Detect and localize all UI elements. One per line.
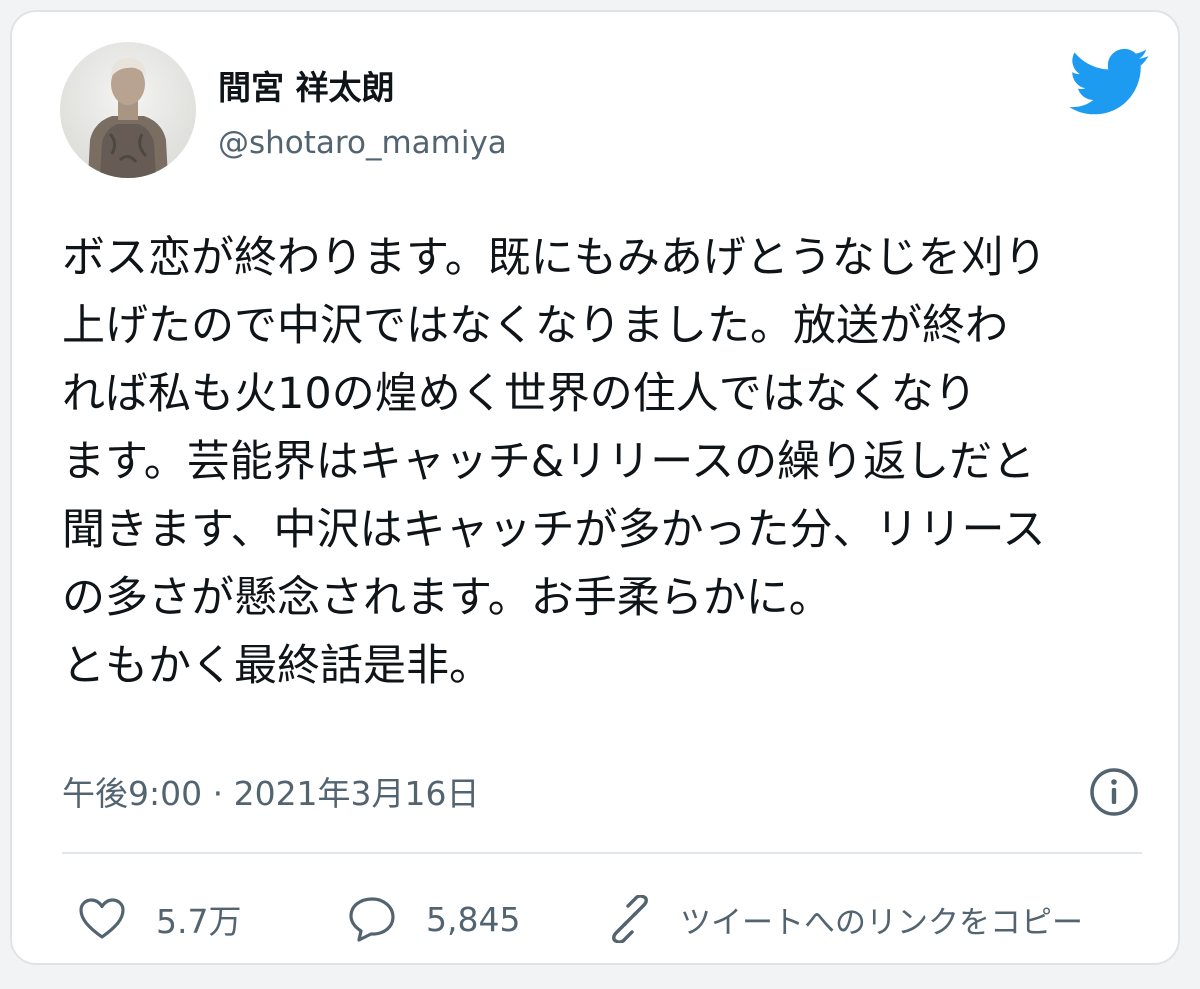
twitter-bird-icon[interactable] bbox=[1068, 48, 1150, 116]
speech-bubble-icon bbox=[344, 891, 400, 947]
link-icon bbox=[602, 891, 658, 947]
avatar[interactable] bbox=[60, 42, 196, 178]
tweet-text-line: 上げたので中沢ではなくなりました。放送が終わ bbox=[62, 301, 1008, 351]
like-count: 5.7万 bbox=[156, 902, 242, 941]
action-bar: 5.7万 5,845 ツイートへのリンクをコピー bbox=[62, 888, 1152, 950]
tweet-timestamp[interactable]: 午後9:00 · 2021年3月16日 bbox=[62, 772, 480, 816]
copy-link-label: ツイートへのリンクをコピー bbox=[680, 904, 1083, 941]
tweet-text-line: ともかく最終話是非。 bbox=[62, 641, 492, 691]
like-button[interactable]: 5.7万 bbox=[74, 888, 241, 950]
tweet-text-line: れば私も火10の煌めく世界の住人ではなくなり bbox=[62, 369, 977, 419]
info-icon-glyph bbox=[1090, 768, 1138, 816]
avatar-image bbox=[60, 42, 196, 178]
reply-count: 5,845 bbox=[426, 899, 521, 939]
tweet-text-line: ます。芸能界はキャッチ&リリースの繰り返しだと bbox=[62, 437, 1036, 487]
divider bbox=[62, 852, 1142, 854]
tweet-body: ボス恋が終わります。既にもみあげとうなじを刈り 上げたので中沢ではなくなりました… bbox=[62, 224, 1142, 700]
twitter-bird-glyph bbox=[1069, 48, 1149, 115]
tweet-text-line: ボス恋が終わります。既にもみあげとうなじを刈り bbox=[62, 233, 1047, 283]
tweet-card: 間宮 祥太朗 @shotaro_mamiya ボス恋が終わります。既にもみあげと… bbox=[10, 10, 1180, 965]
author-handle[interactable]: @shotaro_mamiya bbox=[218, 124, 507, 162]
reply-button[interactable]: 5,845 bbox=[344, 888, 520, 950]
tweet-text-line: の多さが懸念されます。お手柔らかに。 bbox=[62, 573, 832, 623]
heart-icon bbox=[74, 891, 130, 947]
tweet-text-line: 聞きます、中沢はキャッチが多かった分、リリース bbox=[62, 505, 1046, 555]
copy-link-button[interactable]: ツイートへのリンクをコピー bbox=[602, 888, 1083, 950]
author-display-name[interactable]: 間宮 祥太朗 bbox=[218, 68, 395, 108]
info-icon[interactable] bbox=[1086, 764, 1142, 820]
